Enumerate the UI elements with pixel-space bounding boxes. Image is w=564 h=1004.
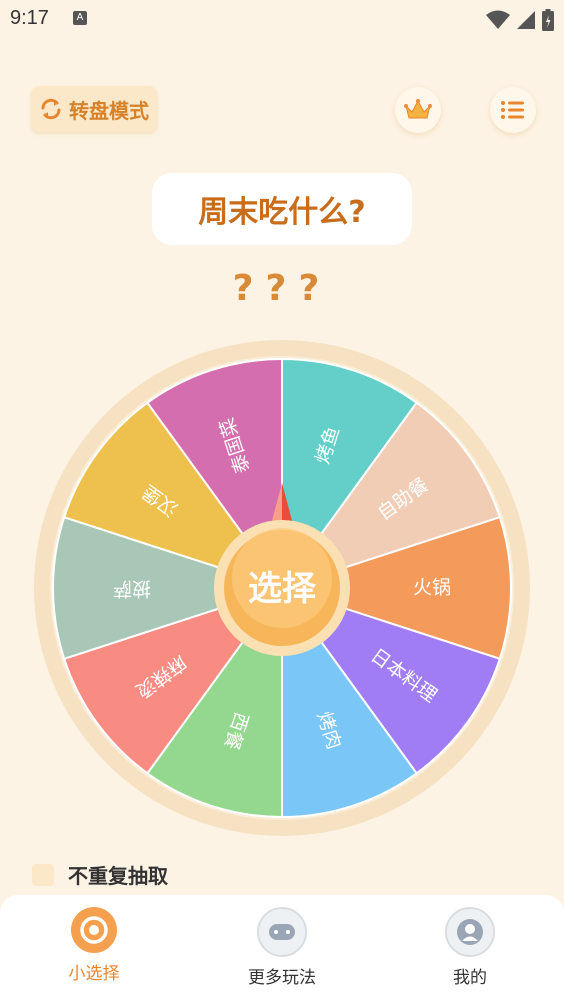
wifi-icon [486,10,510,29]
spin-wheel: 烤鱼 自助餐 火锅 日本料理 烤肉 西餐 麻辣烫 披萨 汉堡 泰国菜 选择 [32,338,532,838]
status-time: 9:17 [10,7,49,29]
question-title: 周末吃什么? [198,195,366,230]
game-icon [257,907,307,957]
refresh-icon [41,98,61,120]
signal-icon [517,11,535,29]
wheel-segment-label: 火锅 [413,577,451,599]
user-icon [445,907,495,957]
tab-mine[interactable]: 我的 [410,907,530,988]
tab-label: 我的 [453,968,487,988]
crown-icon [404,99,432,119]
list-icon [501,101,524,119]
result-text: ??? [232,268,332,309]
no-repeat-option[interactable]: 不重复抽取 [32,860,168,889]
center-button-label: 选择 [248,569,317,609]
target-icon [71,907,117,953]
wheel-svg: 烤鱼自助餐火锅日本料理烤肉西餐麻辣烫披萨汉堡泰国菜 选择 [34,340,530,836]
bottom-tab-bar: 小选择 更多玩法 我的 [0,895,564,1004]
status-bar: 9:17 A [0,0,564,40]
battery-icon [542,9,554,31]
tab-small-choice[interactable]: 小选择 [34,907,154,984]
vip-button[interactable] [395,87,441,133]
wheel-segment-label: 披萨 [113,578,151,600]
system-icons [486,9,554,31]
tab-label: 更多玩法 [248,968,316,988]
no-repeat-label: 不重复抽取 [68,864,168,888]
mode-label: 转盘模式 [69,98,149,123]
list-menu-button[interactable] [490,87,536,133]
tab-label: 小选择 [68,964,120,984]
tab-more-play[interactable]: 更多玩法 [222,907,342,988]
question-title-box[interactable]: 周末吃什么? [152,173,412,245]
notification-icon: A [73,11,87,25]
mode-switch-button[interactable]: 转盘模式 [31,86,157,132]
no-repeat-checkbox[interactable] [32,863,54,886]
